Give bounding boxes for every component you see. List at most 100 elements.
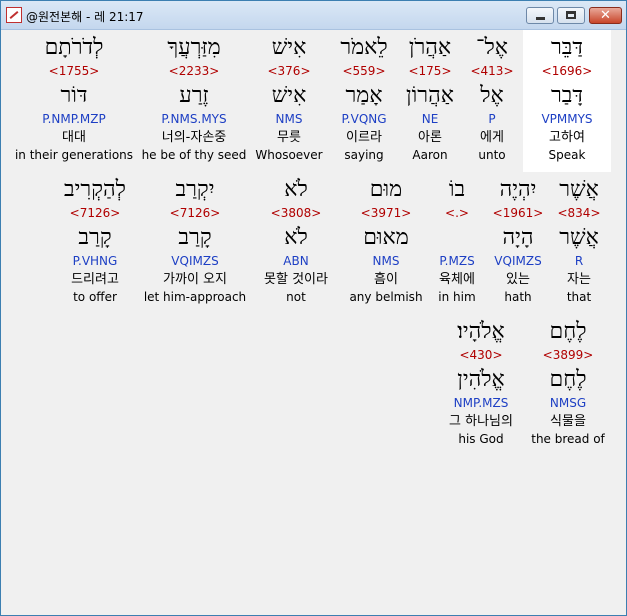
parsing-code: NMS: [275, 112, 303, 126]
english-gloss: to offer: [73, 290, 117, 304]
hebrew-lemma: מאוּם: [363, 225, 409, 250]
strong-number[interactable]: <.>: [431, 206, 483, 220]
hebrew-word: בוֹ: [448, 177, 466, 202]
hebrew-word: יִקְרַב: [175, 177, 215, 202]
strong-number[interactable]: <3899>: [527, 348, 609, 362]
hebrew-word: לֶחֶם: [549, 319, 587, 344]
hebrew-word: אַהֲרֹן: [408, 35, 452, 60]
hebrew-word: לֵאמֹר: [340, 35, 388, 60]
word-cell[interactable]: לֹא <3808> לֹא ABN 못할 것이라 not: [247, 172, 345, 314]
korean-gloss: 있는: [506, 272, 530, 287]
word-cell[interactable]: יִהְיֶה <1961> הָיָה VQIMZS 있는 hath: [488, 172, 548, 314]
word-cell[interactable]: מִזַּרְעֲךָ <2233> זֶרַע P.NMS.MYS 너의-자손…: [138, 30, 250, 172]
parsing-code: P.VHNG: [72, 254, 118, 268]
korean-gloss: 그 하나님의: [449, 414, 513, 429]
korean-gloss: 이르라: [346, 130, 382, 145]
word-cell[interactable]: אֶל־ <413> אֶל P 에게 unto: [461, 30, 523, 172]
minimize-button[interactable]: [526, 7, 554, 24]
word-cell[interactable]: בוֹ <.> P.MZS 육체에 in him: [431, 172, 483, 314]
parsing-code: NMS: [372, 254, 400, 268]
english-gloss: in him: [438, 290, 476, 304]
parsing-code: P.VQNG: [341, 112, 387, 126]
maximize-button[interactable]: [557, 7, 585, 24]
korean-gloss: 가까이 오지: [163, 272, 227, 287]
parsing-code: R: [574, 254, 584, 268]
hebrew-word: אֱלֹהָיו׃: [457, 319, 505, 344]
word-cell[interactable]: לֶחֶם <3899> לֶחֶם NMSG 식물을 the bread of: [527, 314, 609, 456]
korean-gloss: 아론: [418, 130, 442, 145]
word-cell[interactable]: לְדֹרֹתָם <1755> דּוֹר P.NMP.MZP 대대 in t…: [12, 30, 136, 172]
parsing-code: VPMMYS: [541, 112, 593, 126]
parsing-code: P.MZS: [439, 254, 475, 268]
word-cell[interactable]: לֵאמֹר <559> אָמַר P.VQNG 이르라 saying: [328, 30, 400, 172]
english-gloss: his God: [458, 432, 504, 446]
korean-gloss: 못할 것이라: [264, 272, 328, 287]
hebrew-lemma: אֶל: [480, 83, 504, 108]
strong-number[interactable]: <413>: [461, 64, 523, 78]
parsing-code: P.NMP.MZP: [42, 112, 106, 126]
korean-gloss: 에게: [480, 130, 504, 145]
main-window: @원전본해 - 레 21:17 ✕ דַּבֵּר <1696> דָּבַר …: [0, 0, 627, 616]
english-gloss: unto: [478, 148, 506, 162]
close-icon: ✕: [600, 8, 611, 23]
strong-number[interactable]: <3808>: [247, 206, 345, 220]
strong-number[interactable]: <1696>: [523, 64, 611, 78]
english-gloss: the bread of: [531, 432, 605, 446]
korean-gloss: 식물을: [550, 414, 586, 429]
strong-number[interactable]: <1755>: [12, 64, 136, 78]
hebrew-word: אִישׁ: [271, 35, 307, 60]
hebrew-lemma: אִישׁ: [271, 83, 307, 108]
window-title: @원전본해 - 레 21:17: [26, 10, 144, 24]
word-cell[interactable]: אַהֲרֹן <175> אַהֲרוֹן NE 아론 Aaron: [400, 30, 460, 172]
strong-number[interactable]: <175>: [400, 64, 460, 78]
word-cell[interactable]: יִקְרַב <7126> קָרַב VQIMZS 가까이 오지 let h…: [143, 172, 247, 314]
interlinear-panel: דַּבֵּר <1696> דָּבַר VPMMYS 고하여 Speak א…: [7, 30, 620, 608]
hebrew-word: מוּם: [369, 177, 403, 202]
korean-gloss: 드리려고: [71, 272, 119, 287]
strong-number[interactable]: <559>: [328, 64, 400, 78]
hebrew-word: לְהַקְרִיב: [64, 177, 126, 202]
strong-number[interactable]: <376>: [251, 64, 327, 78]
parsing-code: NMSG: [549, 396, 587, 410]
hebrew-lemma: אֱלֹהִין: [457, 367, 505, 392]
app-icon[interactable]: [6, 7, 22, 23]
word-cell[interactable]: אֲשֶׁר <834> אֲשֶׁר R 자는 that: [553, 172, 605, 314]
korean-gloss: 흠이: [374, 272, 398, 287]
parsing-code: P: [488, 112, 496, 126]
strong-number[interactable]: <430>: [437, 348, 525, 362]
korean-gloss: 무릇: [277, 130, 301, 145]
strong-number[interactable]: <2233>: [138, 64, 250, 78]
word-cell[interactable]: אֱלֹהָיו׃ <430> אֱלֹהִין NMP.MZS 그 하나님의 …: [437, 314, 525, 456]
english-gloss: hath: [504, 290, 532, 304]
close-button[interactable]: ✕: [589, 7, 622, 24]
word-cell[interactable]: לְהַקְרִיב <7126> קָרַב P.VHNG 드리려고 to o…: [49, 172, 141, 314]
korean-gloss: 육체에: [439, 272, 475, 287]
english-gloss: Whosoever: [255, 148, 323, 162]
maximize-icon: [566, 11, 576, 19]
word-cell[interactable]: דַּבֵּר <1696> דָּבַר VPMMYS 고하여 Speak: [523, 30, 611, 172]
english-gloss: any belmish: [349, 290, 423, 304]
hebrew-lemma: קָרַב: [78, 225, 112, 250]
korean-gloss: 너의-자손중: [161, 130, 227, 145]
title-bar[interactable]: @원전본해 - 레 21:17 ✕: [1, 1, 626, 30]
english-gloss: Aaron: [412, 148, 448, 162]
english-gloss: not: [286, 290, 306, 304]
strong-number[interactable]: <834>: [553, 206, 605, 220]
strong-number[interactable]: <7126>: [143, 206, 247, 220]
english-gloss: Speak: [548, 148, 586, 162]
parsing-code: NE: [421, 112, 439, 126]
word-cell[interactable]: אִישׁ <376> אִישׁ NMS 무릇 Whosoever: [251, 30, 327, 172]
hebrew-word: לְדֹרֹתָם: [44, 35, 104, 60]
strong-number[interactable]: <7126>: [49, 206, 141, 220]
hebrew-lemma: זֶרַע: [179, 83, 209, 108]
hebrew-lemma: דּוֹר: [60, 83, 88, 108]
strong-number[interactable]: <1961>: [488, 206, 548, 220]
hebrew-word: אֶל־: [476, 35, 508, 60]
word-cell[interactable]: מוּם <3971> מאוּם NMS 흠이 any belmish: [346, 172, 426, 314]
strong-number[interactable]: <3971>: [346, 206, 426, 220]
parsing-code: NMP.MZS: [453, 396, 509, 410]
korean-gloss: 자는: [567, 272, 591, 287]
hebrew-lemma: לֹא: [284, 225, 308, 250]
parsing-code: P.NMS.MYS: [161, 112, 227, 126]
parsing-code: ABN: [283, 254, 309, 268]
